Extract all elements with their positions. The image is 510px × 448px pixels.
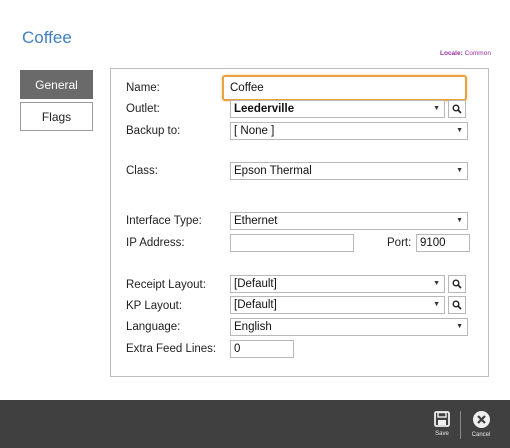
save-button[interactable]: Save (429, 410, 455, 437)
chevron-down-icon: ▼ (456, 217, 463, 224)
chevron-down-icon: ▼ (433, 301, 440, 308)
save-label: Save (435, 431, 449, 437)
chevron-down-icon: ▼ (456, 323, 463, 330)
close-circle-icon (472, 411, 490, 428)
cancel-button[interactable]: Cancel (468, 410, 494, 438)
receipt-layout-label: Receipt Layout: (126, 279, 206, 291)
ip-address-label: IP Address: (126, 237, 185, 249)
kp-layout-dropdown[interactable]: [Default] ▼ (230, 296, 445, 314)
language-label: Language: (126, 321, 181, 333)
interface-type-value: Ethernet (234, 215, 278, 227)
extra-feed-lines-label: Extra Feed Lines: (126, 343, 217, 355)
interface-type-dropdown[interactable]: Ethernet ▼ (230, 212, 468, 230)
locale-indicator: Locale: Common (440, 50, 491, 57)
interface-type-label: Interface Type: (126, 215, 202, 227)
general-form-panel: Name: Coffee Outlet: Leederville ▼ Backu… (110, 68, 489, 377)
name-label: Name: (126, 82, 160, 94)
toolbar-divider (460, 411, 461, 439)
chevron-down-icon: ▼ (456, 127, 463, 134)
tab-general[interactable]: General (20, 70, 93, 99)
language-value: English (234, 321, 272, 333)
chevron-down-icon: ▼ (433, 105, 440, 112)
class-dropdown[interactable]: Epson Thermal ▼ (230, 162, 468, 180)
outlet-search-button[interactable] (448, 100, 466, 118)
name-field[interactable]: Coffee (222, 75, 467, 101)
kp-layout-value: [Default] (234, 299, 277, 311)
cancel-label: Cancel (471, 432, 491, 438)
port-field[interactable]: 9100 (416, 234, 470, 252)
locale-label: Locale: (440, 50, 463, 57)
tab-flags[interactable]: Flags (20, 102, 93, 131)
port-label: Port: (387, 237, 412, 249)
chevron-down-icon: ▼ (433, 280, 440, 287)
backup-value: [ None ] (234, 125, 275, 137)
receipt-layout-search-button[interactable] (448, 275, 466, 293)
backup-dropdown[interactable]: [ None ] ▼ (230, 122, 468, 140)
magnifier-icon (452, 300, 462, 310)
receipt-layout-value: [Default] (234, 278, 277, 290)
locale-value: Common (464, 50, 491, 57)
class-label: Class: (126, 165, 158, 177)
receipt-layout-dropdown[interactable]: [Default] ▼ (230, 275, 445, 293)
kp-layout-label: KP Layout: (126, 300, 183, 312)
magnifier-icon (452, 279, 462, 289)
backup-label: Backup to: (126, 125, 181, 137)
outlet-label: Outlet: (126, 103, 160, 115)
outlet-value: Leederville (234, 103, 295, 115)
class-value: Epson Thermal (234, 165, 312, 177)
extra-feed-lines-field[interactable]: 0 (230, 340, 294, 358)
language-dropdown[interactable]: English ▼ (230, 318, 468, 336)
page-title: Coffee (22, 28, 72, 47)
outlet-dropdown[interactable]: Leederville ▼ (230, 100, 445, 118)
ip-address-field[interactable] (230, 234, 354, 252)
chevron-down-icon: ▼ (456, 167, 463, 174)
magnifier-icon (452, 104, 462, 114)
kp-layout-search-button[interactable] (448, 296, 466, 314)
floppy-disk-icon (434, 411, 450, 427)
